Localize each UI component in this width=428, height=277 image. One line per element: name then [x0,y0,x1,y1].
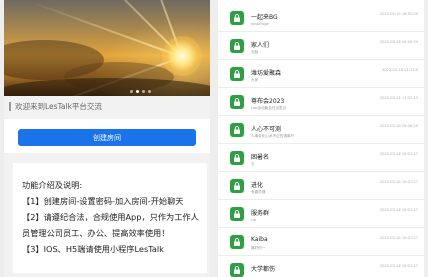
room-name: 困暑名 [251,154,270,161]
room-name: 家人们 [251,42,270,49]
create-room-button[interactable]: 创建房间 [18,129,196,146]
lock-icon [230,263,244,277]
room-name: 大学都伤 [251,266,276,273]
room-desc: 无脑 [251,50,259,54]
room-list-item[interactable]: 大学都伤 2023-03-16 10:07:27 [218,256,424,277]
room-list-item[interactable]: 人心不可测 人事变化心术不正的请离开 2023-03-16 20:06:29 [218,116,424,144]
room-time: 2023-03-16 11:12:0 [382,68,418,72]
pager-dot[interactable] [142,90,145,93]
room-desc: Lab活动聚会在这里见 [251,106,287,110]
room-time: 2023-03-16 20:06:29 [379,124,418,128]
lock-icon [230,235,244,249]
notice-bar: 欢迎来到LesTalk平台交流 [4,98,210,114]
room-time: 2023-03-16 10:07:27 [379,236,418,240]
room-name: 服务群 [251,210,270,217]
room-time: 2023-03-16 10:07:27 [379,152,418,156]
intro-line: 员管理公司员工、办公、提高效率使用！ [22,228,170,238]
pager-dot-active[interactable] [136,90,139,93]
room-desc: 人事变化心术不正的请离开 [251,134,295,138]
lock-icon [230,11,244,25]
room-name: 一起来BG [251,14,278,21]
lock-icon [230,67,244,81]
banner-cloud [4,78,210,96]
room-desc: 最好的一 [251,246,266,250]
room-time: 2023-03-16 10:07:27 [379,180,418,184]
pager-dot[interactable] [130,90,133,93]
notice-text: 欢迎来到LesTalk平台交流 [15,101,102,111]
lock-icon [230,123,244,137]
room-list-item[interactable]: 服务群 cip 2023-03-16 10:07:27 [218,200,424,228]
banner-sun [162,36,202,76]
intro-title: 功能介绍及说明: [22,180,83,190]
room-name: 人心不可测 [251,126,282,133]
room-list: 一起来BG yin&fruge 2023-05-19 18:52:09 家人们 … [218,0,424,277]
room-time: 2023-03-15 17:37:53 [379,96,418,100]
room-desc: 大家 [251,78,259,82]
intro-line: 【1】创建房间-设置密码-加入房间-开始聊天 [22,196,184,206]
lock-icon [230,151,244,165]
banner-image[interactable] [4,0,210,96]
room-list-item[interactable]: 潍坊爱聚森 大家 2023-03-16 11:12:0 [218,60,424,88]
room-list-item[interactable]: 一起来BG yin&fruge 2023-05-19 18:52:09 [218,4,424,32]
room-list-item[interactable]: Kaiba 最好的一 2023-03-16 10:07:27 [218,228,424,256]
room-desc: 无 [251,162,255,166]
lock-icon [230,39,244,53]
room-time: 2023-03-18 00:09:54 [379,40,418,44]
room-name: 尊布会2023 [251,98,285,105]
room-list-item[interactable]: 家人们 无脑 2023-03-18 00:09:54 [218,32,424,60]
room-desc: yin&fruge [251,22,269,26]
room-time: 2023-03-16 10:07:27 [379,264,418,268]
intro-card: 功能介绍及说明: 【1】创建房间-设置密码-加入房间-开始聊天 【2】请遵纪合法… [13,163,207,273]
room-name: 潍坊爱聚森 [251,70,282,77]
pager-dot[interactable] [148,90,151,93]
intro-line: 【3】IOS、H5端请使用小程序LesTalk [22,244,164,254]
room-time: 2023-03-16 10:07:27 [379,208,418,212]
lock-icon [230,95,244,109]
notice-marker [9,101,11,111]
room-desc: 有趣灵魂 [251,190,266,194]
room-list-item[interactable]: 进化 有趣灵魂 2023-03-16 10:07:27 [218,172,424,200]
room-time: 2023-05-19 18:52:09 [379,12,418,16]
intro-line: 【2】请遵纪合法，合规使用App，只作为工作人 [22,212,199,222]
room-list-item[interactable]: 困暑名 无 2023-03-16 10:07:27 [218,144,424,172]
room-name: Kaiba [251,236,268,243]
lock-icon [230,179,244,193]
room-name: 进化 [251,182,264,189]
lock-icon [230,207,244,221]
room-list-item[interactable]: 尊布会2023 Lab活动聚会在这里见 2023-03-15 17:37:53 [218,88,424,116]
home-panel: 欢迎来到LesTalk平台交流 创建房间 功能介绍及说明: 【1】创建房间-设置… [4,0,210,277]
banner-pager[interactable] [130,90,151,93]
room-desc: cip [251,218,257,222]
